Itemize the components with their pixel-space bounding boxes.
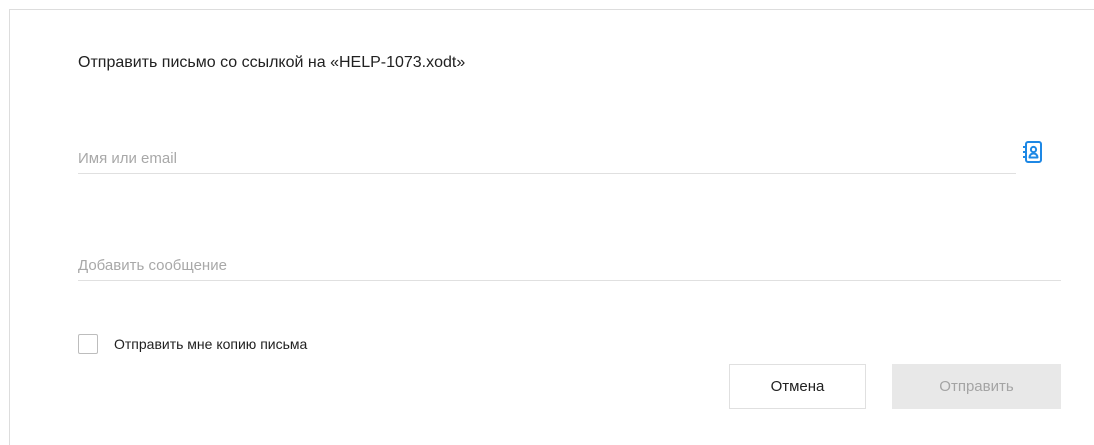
- recipient-field: [78, 136, 1016, 174]
- cancel-button[interactable]: Отмена: [729, 364, 866, 409]
- send-copy-option[interactable]: Отправить мне копию письма: [78, 333, 307, 355]
- share-link-dialog: Отправить письмо со ссылкой на «HELP-107…: [9, 9, 1094, 445]
- address-book-icon: [1023, 141, 1042, 163]
- recipient-input[interactable]: [78, 150, 1016, 167]
- message-field: [78, 242, 1061, 281]
- send-copy-checkbox[interactable]: [78, 334, 98, 354]
- contacts-button[interactable]: [1022, 140, 1044, 164]
- send-copy-label: Отправить мне копию письма: [114, 336, 308, 352]
- dialog-title: Отправить письмо со ссылкой на «HELP-107…: [78, 54, 466, 71]
- send-button[interactable]: Отправить: [892, 364, 1061, 409]
- message-input[interactable]: [78, 257, 1061, 274]
